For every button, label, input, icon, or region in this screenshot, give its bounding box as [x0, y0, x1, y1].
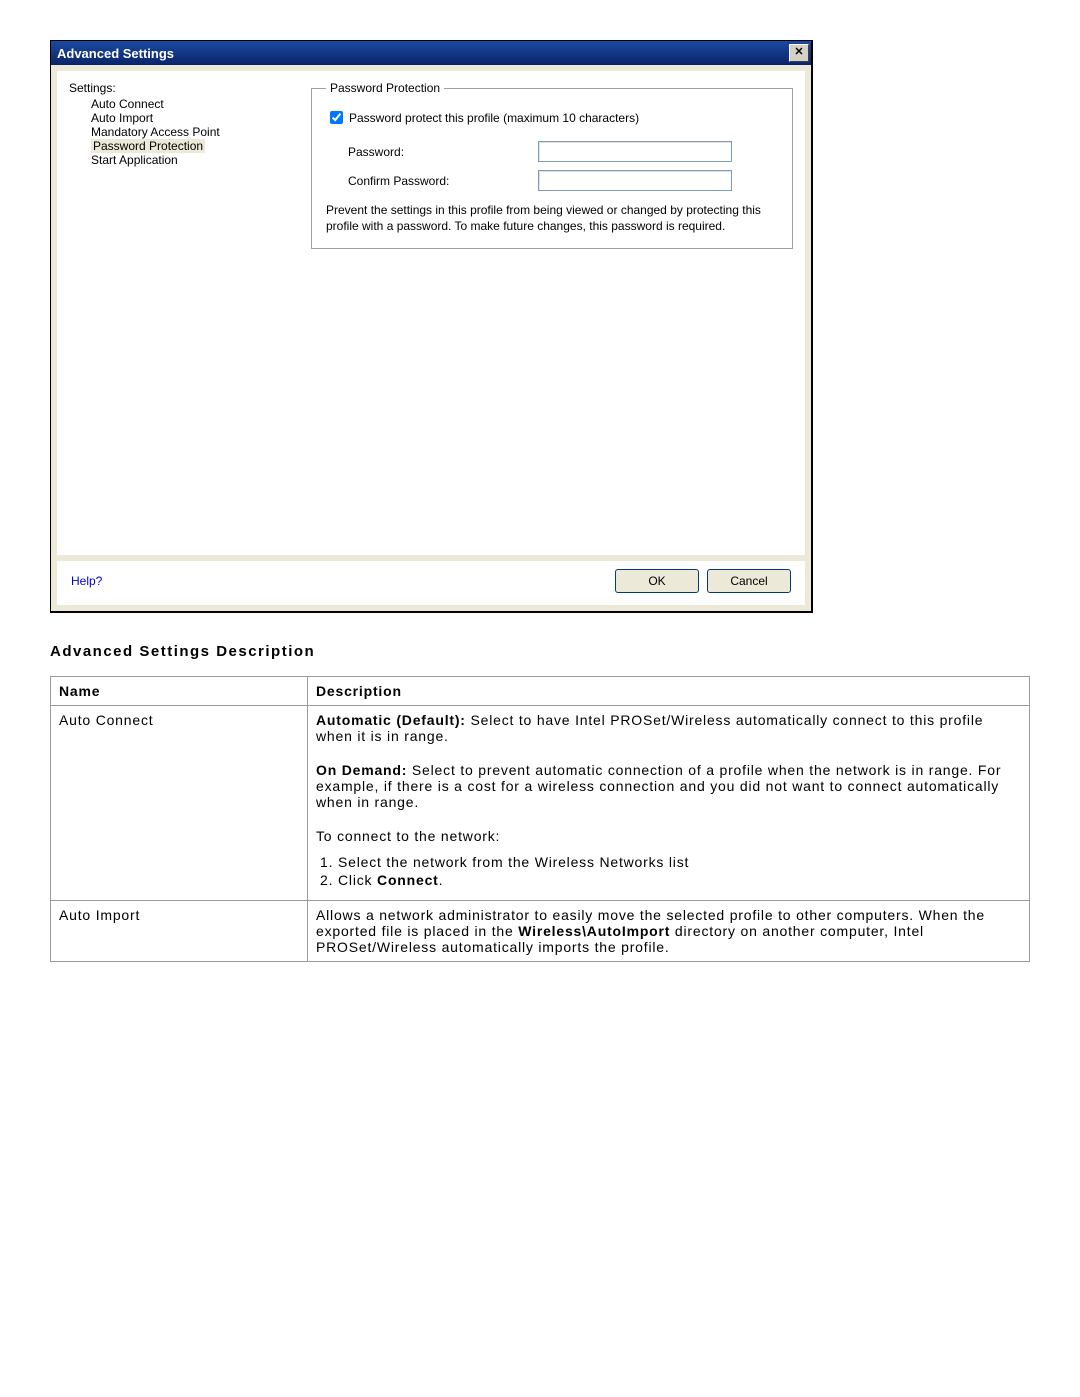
settings-description-table: Name Description Auto Connect Automatic …: [50, 676, 1030, 962]
ok-button[interactable]: OK: [615, 569, 699, 593]
tree-item-password-protection[interactable]: Password Protection: [69, 139, 279, 153]
titlebar: Advanced Settings ✕: [51, 41, 811, 65]
password-protect-checkbox[interactable]: [330, 111, 343, 124]
group-legend: Password Protection: [326, 81, 444, 95]
cancel-button[interactable]: Cancel: [707, 569, 791, 593]
doc-heading: Advanced Settings Description: [50, 643, 1030, 660]
row-desc: Allows a network administrator to easily…: [308, 901, 1030, 962]
row-name: Auto Connect: [51, 706, 308, 901]
tree-item-auto-connect[interactable]: Auto Connect: [69, 97, 279, 111]
settings-tree: Settings: Auto Connect Auto Import Manda…: [69, 81, 279, 541]
checkbox-label: Password protect this profile (maximum 1…: [349, 111, 639, 125]
close-icon[interactable]: ✕: [789, 44, 809, 62]
tree-item-auto-import[interactable]: Auto Import: [69, 111, 279, 125]
dialog-title: Advanced Settings: [57, 46, 174, 61]
settings-label: Settings:: [69, 81, 279, 95]
password-protection-group: Password Protection Password protect thi…: [311, 81, 793, 249]
help-link[interactable]: Help?: [71, 574, 102, 588]
table-row: Auto Import Allows a network administrat…: [51, 901, 1030, 962]
list-item: Select the network from the Wireless Net…: [338, 854, 1021, 870]
group-description: Prevent the settings in this profile fro…: [326, 203, 778, 234]
tree-item-mandatory-ap[interactable]: Mandatory Access Point: [69, 125, 279, 139]
password-label: Password:: [326, 145, 538, 159]
list-item: Click Connect.: [338, 872, 1021, 888]
table-row: Auto Connect Automatic (Default): Select…: [51, 706, 1030, 901]
password-input[interactable]: [538, 141, 732, 162]
confirm-password-input[interactable]: [538, 170, 732, 191]
advanced-settings-dialog: Advanced Settings ✕ Settings: Auto Conne…: [50, 40, 813, 613]
tree-item-start-application[interactable]: Start Application: [69, 153, 279, 167]
confirm-password-label: Confirm Password:: [326, 174, 538, 188]
col-desc: Description: [308, 677, 1030, 706]
col-name: Name: [51, 677, 308, 706]
row-desc: Automatic (Default): Select to have Inte…: [308, 706, 1030, 901]
row-name: Auto Import: [51, 901, 308, 962]
